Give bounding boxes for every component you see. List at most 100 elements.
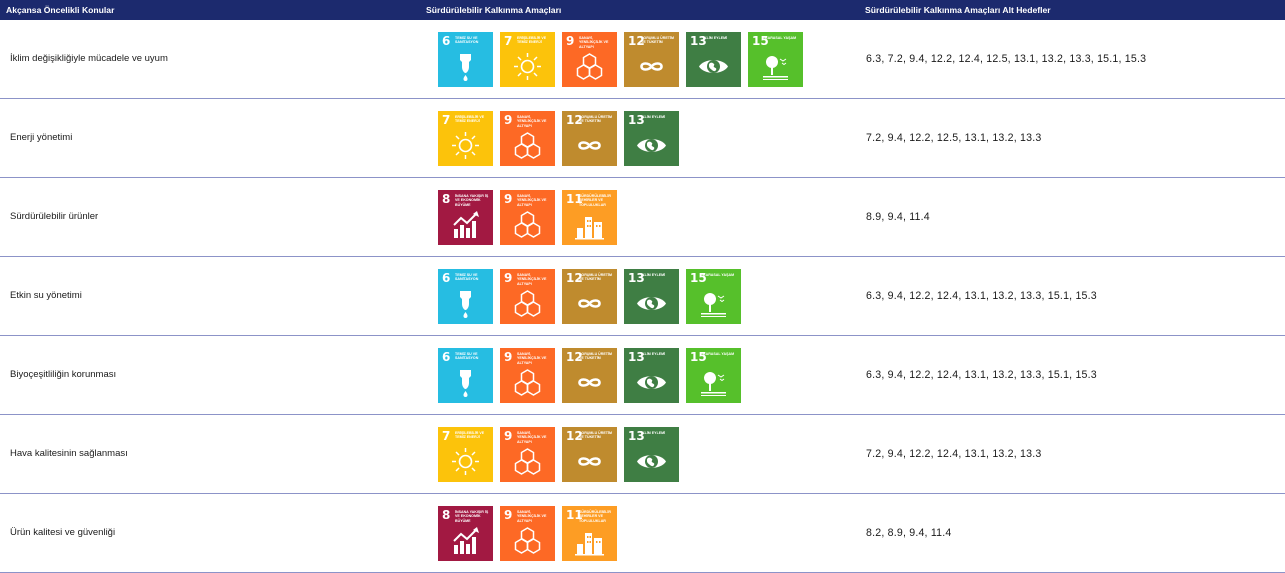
sdg-12-tile: 12 SORUMLU ÜRETİM VE TÜKETİM	[562, 348, 617, 403]
sdg-icons: 6 TEMİZ SU VE SANİTASYON 9 SANAYİ, YENİLİKÇ…	[438, 348, 741, 403]
table-row: İklim değişikliğiyle mücadele ve uyum 6 TE…	[0, 20, 1285, 99]
sdg-9-tile: 9 SANAYİ, YENİLİKÇİLİK VE ALTYAPI	[500, 427, 555, 482]
sdg-label: SANAYİ, YENİLİKÇİLİK VE ALTYAPI	[517, 510, 547, 523]
sdg-number: 9	[504, 508, 513, 522]
sdg-label: SANAYİ, YENİLİKÇİLİK VE ALTYAPI	[517, 431, 547, 444]
sdg-icons: 6 TEMİZ SU VE SANİTASYON 9 SANAYİ, YENİLİKÇ…	[438, 269, 741, 324]
sdg-label: SORUMLU ÜRETİM VE TÜKETİM	[579, 273, 612, 282]
priority-topic: Hava kalitesinin sağlanması	[10, 448, 128, 459]
sdg-label: KARASAL YAŞAM	[765, 36, 797, 40]
sdg-label: TEMİZ SU VE SANİTASYON	[455, 36, 479, 45]
sdg-targets: 6.3, 9.4, 12.2, 12.4, 13.1, 13.2, 13.3, …	[866, 369, 1097, 381]
sdg-label: İKLİM EYLEMİ	[641, 115, 666, 119]
sdg-label: İNSANA YAKIŞIR İŞ VE EKONOMİK BÜYÜME	[455, 510, 489, 523]
header-targets: Sürdürülebilir Kalkınma Amaçları Alt Hed…	[865, 5, 1051, 15]
table-header: Akçansa Öncelikli Konular Sürdürülebilir…	[0, 0, 1285, 20]
table-row: Ürün kalitesi ve güvenliği 8 İNSANA YAKIŞI…	[0, 494, 1285, 573]
sdg-table: Akçansa Öncelikli Konular Sürdürülebilir…	[0, 0, 1285, 573]
sdg-7-tile: 7 ERİŞİLEBİLİR VE TEMİZ ENERJİ	[438, 111, 493, 166]
sdg-12-tile: 12 SORUMLU ÜRETİM VE TÜKETİM	[562, 269, 617, 324]
sdg-9-tile: 9 SANAYİ, YENİLİKÇİLİK VE ALTYAPI	[500, 348, 555, 403]
table-body: İklim değişikliğiyle mücadele ve uyum 6 TE…	[0, 20, 1285, 573]
priority-topic: Sürdürülebilir ürünler	[10, 211, 99, 222]
sdg-number: 9	[504, 271, 513, 285]
sdg-label: SANAYİ, YENİLİKÇİLİK VE ALTYAPI	[517, 115, 547, 128]
sdg-label: KARASAL YAŞAM	[703, 273, 735, 277]
sdg-label: TEMİZ SU VE SANİTASYON	[455, 352, 479, 361]
priority-topic: Etkin su yönetimi	[10, 290, 82, 301]
sdg-12-tile: 12 SORUMLU ÜRETİM VE TÜKETİM	[624, 32, 679, 87]
sdg-targets: 8.9, 9.4, 11.4	[866, 211, 930, 223]
sdg-icons: 7 ERİŞİLEBİLİR VE TEMİZ ENERJİ 9 SANAYİ, YE…	[438, 111, 679, 166]
sdg-label: ERİŞİLEBİLİR VE TEMİZ ENERJİ	[517, 36, 547, 45]
sdg-targets: 6.3, 7.2, 9.4, 12.2, 12.4, 12.5, 13.1, 1…	[866, 53, 1147, 65]
sdg-label: KARASAL YAŞAM	[703, 352, 735, 356]
sdg-13-tile: 13 İKLİM EYLEMİ	[624, 269, 679, 324]
sdg-8-tile: 8 İNSANA YAKIŞIR İŞ VE EKONOMİK BÜYÜME	[438, 506, 493, 561]
sdg-targets: 8.2, 8.9, 9.4, 11.4	[866, 527, 952, 539]
sdg-icons: 8 İNSANA YAKIŞIR İŞ VE EKONOMİK BÜYÜME 9 SA…	[438, 190, 617, 245]
sdg-label: İKLİM EYLEMİ	[703, 36, 728, 40]
sdg-12-tile: 12 SORUMLU ÜRETİM VE TÜKETİM	[562, 111, 617, 166]
sdg-11-tile: 11 SÜRDÜRÜLEBİLİR ŞEHİRLER VE TOPLULUKLAR	[562, 506, 617, 561]
sdg-6-tile: 6 TEMİZ SU VE SANİTASYON	[438, 32, 493, 87]
sdg-8-tile: 8 İNSANA YAKIŞIR İŞ VE EKONOMİK BÜYÜME	[438, 190, 493, 245]
sdg-number: 6	[442, 271, 451, 285]
sdg-number: 7	[504, 34, 513, 48]
sdg-targets: 6.3, 9.4, 12.2, 12.4, 13.1, 13.2, 13.3, …	[866, 290, 1097, 302]
sdg-number: 8	[442, 192, 451, 206]
sdg-13-tile: 13 İKLİM EYLEMİ	[686, 32, 741, 87]
table-row: Hava kalitesinin sağlanması 7 ERİŞİLEBİLİR…	[0, 415, 1285, 494]
sdg-label: SANAYİ, YENİLİKÇİLİK VE ALTYAPI	[579, 36, 609, 49]
priority-topic: İklim değişikliğiyle mücadele ve uyum	[10, 53, 168, 64]
sdg-label: SORUMLU ÜRETİM VE TÜKETİM	[579, 431, 612, 440]
sdg-11-tile: 11 SÜRDÜRÜLEBİLİR ŞEHİRLER VE TOPLULUKLAR	[562, 190, 617, 245]
sdg-label: SANAYİ, YENİLİKÇİLİK VE ALTYAPI	[517, 273, 547, 286]
sdg-12-tile: 12 SORUMLU ÜRETİM VE TÜKETİM	[562, 427, 617, 482]
sdg-label: SORUMLU ÜRETİM VE TÜKETİM	[641, 36, 674, 45]
sdg-7-tile: 7 ERİŞİLEBİLİR VE TEMİZ ENERJİ	[500, 32, 555, 87]
sdg-label: SORUMLU ÜRETİM VE TÜKETİM	[579, 352, 612, 361]
sdg-13-tile: 13 İKLİM EYLEMİ	[624, 348, 679, 403]
sdg-label: İNSANA YAKIŞIR İŞ VE EKONOMİK BÜYÜME	[455, 194, 489, 207]
sdg-number: 7	[442, 113, 451, 127]
sdg-13-tile: 13 İKLİM EYLEMİ	[624, 111, 679, 166]
sdg-7-tile: 7 ERİŞİLEBİLİR VE TEMİZ ENERJİ	[438, 427, 493, 482]
sdg-label: ERİŞİLEBİLİR VE TEMİZ ENERJİ	[455, 431, 485, 440]
sdg-9-tile: 9 SANAYİ, YENİLİKÇİLİK VE ALTYAPI	[500, 269, 555, 324]
sdg-13-tile: 13 İKLİM EYLEMİ	[624, 427, 679, 482]
sdg-15-tile: 15 KARASAL YAŞAM	[686, 348, 741, 403]
header-topics: Akçansa Öncelikli Konular	[6, 5, 115, 15]
sdg-number: 9	[504, 429, 513, 443]
sdg-label: İKLİM EYLEMİ	[641, 431, 666, 435]
sdg-label: İKLİM EYLEMİ	[641, 352, 666, 356]
sdg-targets: 7.2, 9.4, 12.2, 12.4, 13.1, 13.2, 13.3	[866, 448, 1042, 460]
sdg-number: 9	[504, 192, 513, 206]
sdg-number: 6	[442, 34, 451, 48]
sdg-9-tile: 9 SANAYİ, YENİLİKÇİLİK VE ALTYAPI	[500, 190, 555, 245]
sdg-number: 9	[504, 113, 513, 127]
table-row: Enerji yönetimi 7 ERİŞİLEBİLİR VE TEMİZ EN…	[0, 99, 1285, 178]
sdg-9-tile: 9 SANAYİ, YENİLİKÇİLİK VE ALTYAPI	[500, 111, 555, 166]
sdg-label: SANAYİ, YENİLİKÇİLİK VE ALTYAPI	[517, 194, 547, 207]
sdg-icons: 6 TEMİZ SU VE SANİTASYON 7 ERİŞİLEBİLİR VE …	[438, 32, 803, 87]
sdg-6-tile: 6 TEMİZ SU VE SANİTASYON	[438, 348, 493, 403]
sdg-number: 8	[442, 508, 451, 522]
sdg-label: SORUMLU ÜRETİM VE TÜKETİM	[579, 115, 612, 124]
sdg-15-tile: 15 KARASAL YAŞAM	[686, 269, 741, 324]
sdg-label: ERİŞİLEBİLİR VE TEMİZ ENERJİ	[455, 115, 485, 124]
sdg-label: SÜRDÜRÜLEBİLİR ŞEHİRLER VE TOPLULUKLAR	[579, 194, 611, 207]
sdg-label: SANAYİ, YENİLİKÇİLİK VE ALTYAPI	[517, 352, 547, 365]
priority-topic: Biyoçeşitliliğin korunması	[10, 369, 117, 380]
sdg-6-tile: 6 TEMİZ SU VE SANİTASYON	[438, 269, 493, 324]
sdg-icons: 7 ERİŞİLEBİLİR VE TEMİZ ENERJİ 9 SANAYİ, YE…	[438, 427, 679, 482]
table-row: Biyoçeşitliliğin korunması 6 TEMİZ SU VE S…	[0, 336, 1285, 415]
sdg-icons: 8 İNSANA YAKIŞIR İŞ VE EKONOMİK BÜYÜME 9 SA…	[438, 506, 617, 561]
sdg-targets: 7.2, 9.4, 12.2, 12.5, 13.1, 13.2, 13.3	[866, 132, 1042, 144]
priority-topic: Enerji yönetimi	[10, 132, 73, 143]
priority-topic: Ürün kalitesi ve güvenliği	[10, 527, 116, 538]
header-sdgs: Sürdürülebilir Kalkınma Amaçları	[426, 5, 562, 15]
sdg-label: İKLİM EYLEMİ	[641, 273, 666, 277]
sdg-9-tile: 9 SANAYİ, YENİLİKÇİLİK VE ALTYAPI	[500, 506, 555, 561]
sdg-number: 9	[566, 34, 575, 48]
